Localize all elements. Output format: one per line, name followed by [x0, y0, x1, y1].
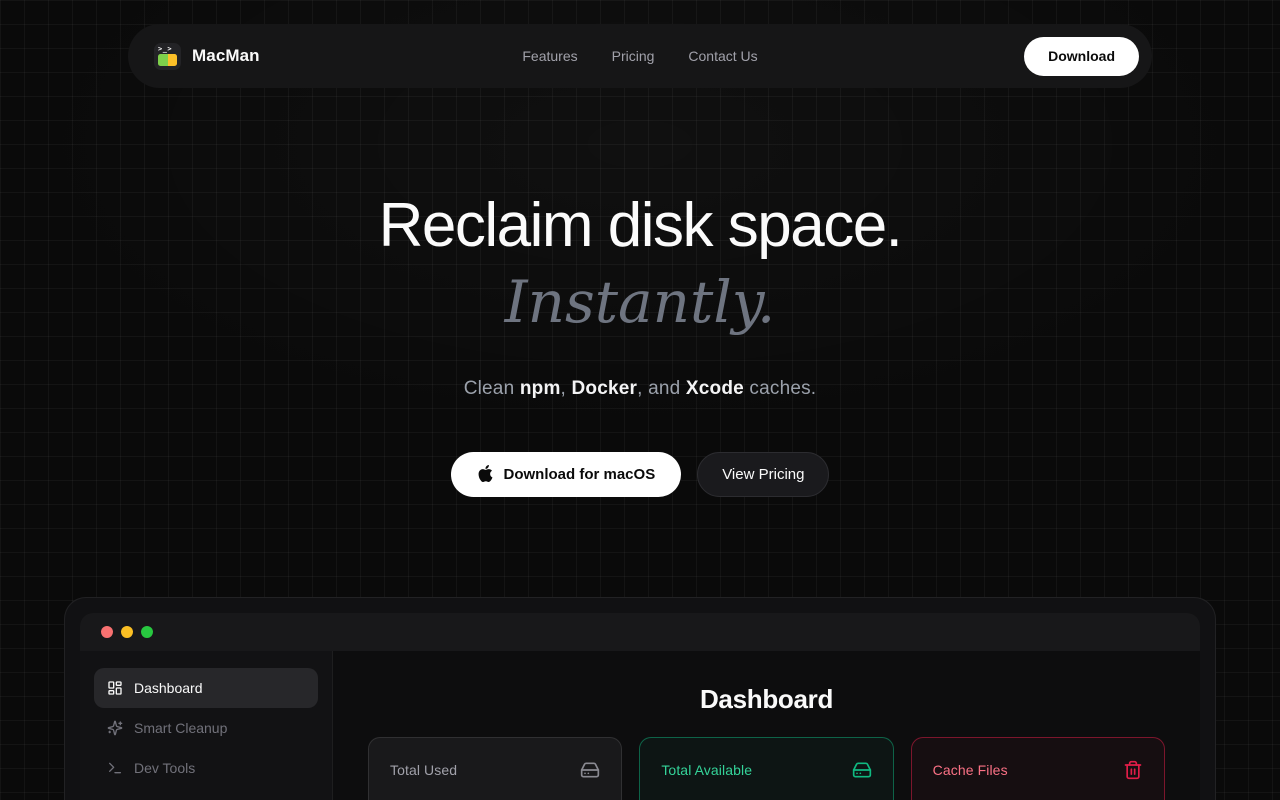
- terminal-icon: [109, 762, 121, 774]
- sidebar-item-dev-tools[interactable]: Dev Tools: [94, 748, 318, 788]
- app-sidebar: Dashboard Smart Cleanup Dev Tools Packag…: [80, 651, 333, 800]
- sidebar-item-label: Dashboard: [134, 680, 203, 696]
- sidebar-item-label: Dev Tools: [134, 760, 196, 776]
- logo-bar-yellow: [167, 53, 177, 66]
- download-macos-button[interactable]: Download for macOS: [450, 452, 682, 497]
- apple-icon: [478, 465, 492, 482]
- card-cache-files: Cache Files: [910, 737, 1165, 800]
- hero-title-line1: Reclaim disk space.: [378, 191, 903, 260]
- subtitle-suffix: caches.: [743, 378, 817, 399]
- download-button[interactable]: Download: [1024, 36, 1139, 76]
- hard-drive-icon: [581, 762, 600, 778]
- navbar: >_> MacMan Features Pricing Contact Us D…: [128, 24, 1152, 88]
- window-titlebar: [80, 613, 1200, 651]
- nav-links: Features Pricing Contact Us: [522, 48, 757, 64]
- view-pricing-button[interactable]: View Pricing: [697, 452, 830, 497]
- card-label: Total Used: [390, 762, 458, 778]
- subtitle-sep1: ,: [560, 378, 572, 399]
- brand[interactable]: >_> MacMan: [154, 42, 260, 70]
- window-body: Dashboard Smart Cleanup Dev Tools Packag…: [80, 651, 1200, 800]
- macman-logo-icon: >_>: [154, 42, 181, 70]
- card-total-used: Total Used: [368, 737, 623, 800]
- traffic-light-minimize[interactable]: [121, 626, 133, 638]
- dashboard-title: Dashboard: [699, 684, 834, 714]
- download-macos-label: Download for macOS: [503, 466, 656, 483]
- cta-row: Download for macOS View Pricing: [0, 452, 1280, 497]
- layout-dashboard-icon: [108, 681, 122, 695]
- subtitle-sep2: , and: [637, 378, 686, 399]
- hero-title-line2: Instantly.: [504, 268, 776, 336]
- nav-link-features[interactable]: Features: [522, 48, 577, 64]
- logo-color-bar: [158, 53, 177, 66]
- subtitle-prefix: Clean: [463, 378, 520, 399]
- hard-drive-icon: [852, 762, 871, 778]
- logo-terminal-prompt: >_>: [158, 44, 173, 53]
- trash-icon: [1124, 760, 1142, 780]
- app-window: Dashboard Smart Cleanup Dev Tools Packag…: [80, 613, 1200, 800]
- sidebar-item-dashboard[interactable]: Dashboard: [94, 668, 318, 708]
- hero-subtitle: Clean npm, Docker, and Xcode caches.: [0, 378, 1280, 400]
- sidebar-item-package-manager[interactable]: Package Manager: [94, 788, 318, 800]
- brand-name: MacMan: [192, 46, 260, 65]
- card-label: Total Available: [661, 762, 753, 778]
- card-label: Cache Files: [932, 762, 1008, 778]
- sidebar-item-smart-cleanup[interactable]: Smart Cleanup: [94, 708, 318, 748]
- nav-link-pricing[interactable]: Pricing: [612, 48, 655, 64]
- subtitle-npm: npm: [519, 378, 561, 399]
- subtitle-docker: Docker: [571, 378, 638, 399]
- traffic-light-close[interactable]: [101, 626, 113, 638]
- sparkles-icon: [107, 720, 123, 736]
- nav-link-contact[interactable]: Contact Us: [688, 48, 757, 64]
- subtitle-xcode: Xcode: [685, 378, 744, 399]
- card-total-available: Total Available: [639, 737, 894, 800]
- traffic-light-zoom[interactable]: [141, 626, 153, 638]
- logo-bar-green: [158, 53, 168, 66]
- app-main: Dashboard Total Used Total Available Cac…: [333, 651, 1200, 800]
- app-window-frame: Dashboard Smart Cleanup Dev Tools Packag…: [64, 597, 1216, 800]
- sidebar-item-label: Smart Cleanup: [134, 720, 228, 736]
- stat-cards: Total Used Total Available Cache Files: [368, 737, 1165, 800]
